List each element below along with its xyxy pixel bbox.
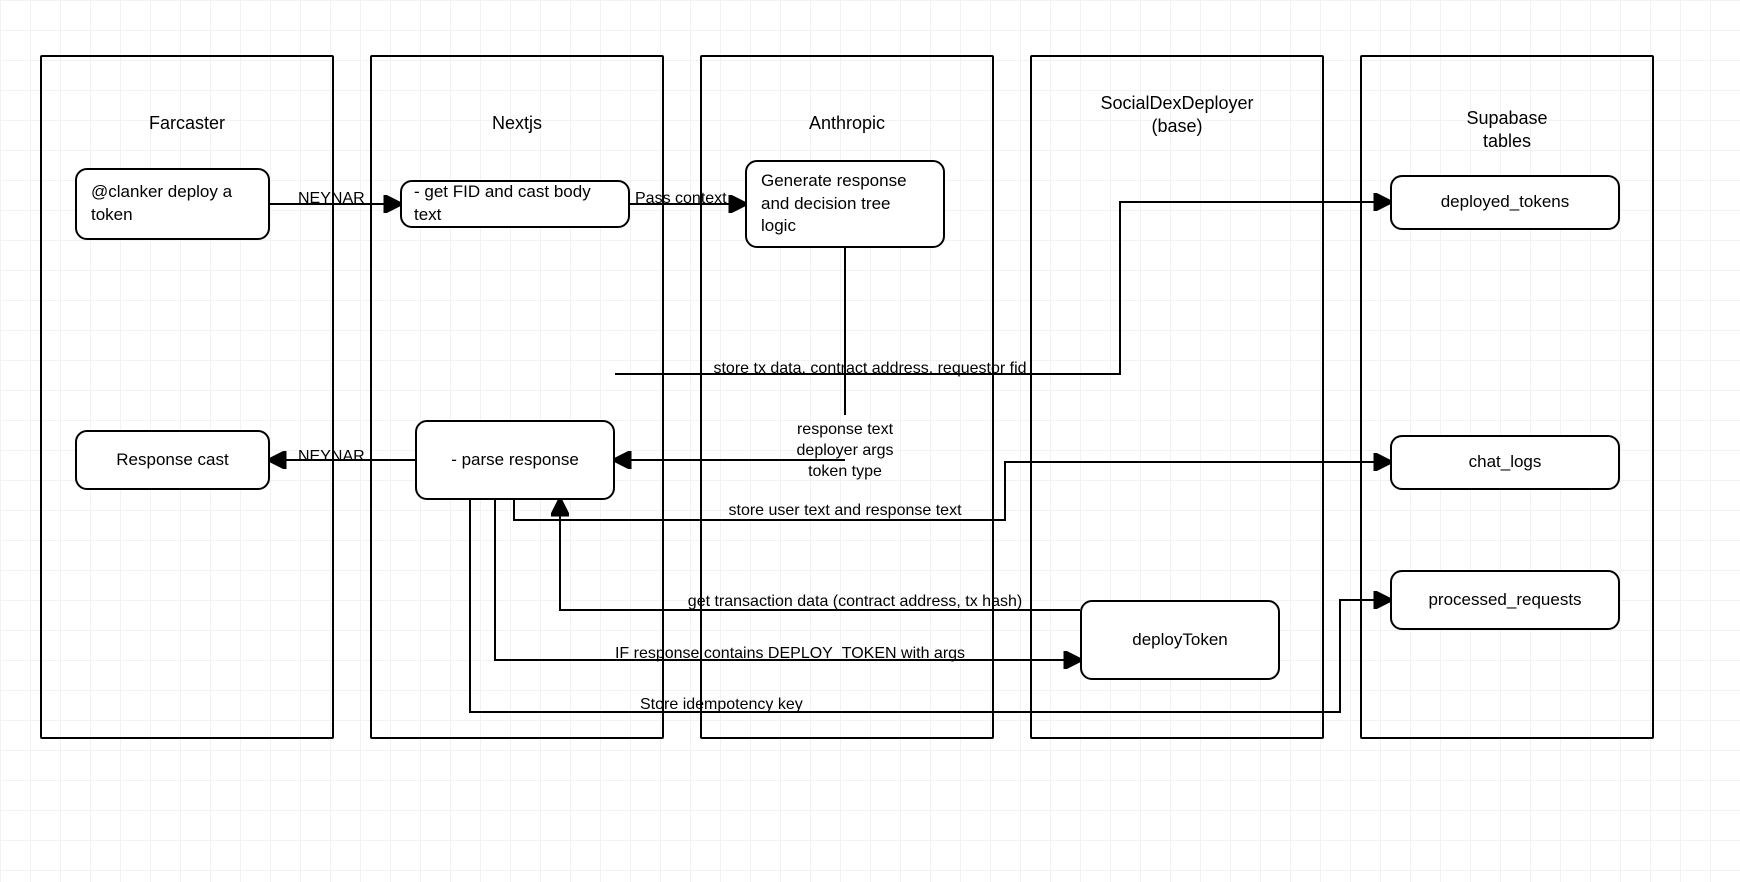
edge-pass-context: Pass context [635,190,727,208]
edge-if-deploy: IF response contains DEPLOY_TOKEN with a… [615,645,965,663]
edge-store-tx: store tx data, contract address, request… [713,360,1026,378]
edge-store-user: store user text and response text [728,502,961,520]
edge-resp-block: response text deployer args token type [750,420,940,482]
edge-neynar1: NEYNAR [298,190,365,208]
edge-store-idem: Store idempotency key [640,696,803,714]
edge-get-tx: get transaction data (contract address, … [688,593,1022,611]
edge-neynar2: NEYNAR [298,448,365,466]
